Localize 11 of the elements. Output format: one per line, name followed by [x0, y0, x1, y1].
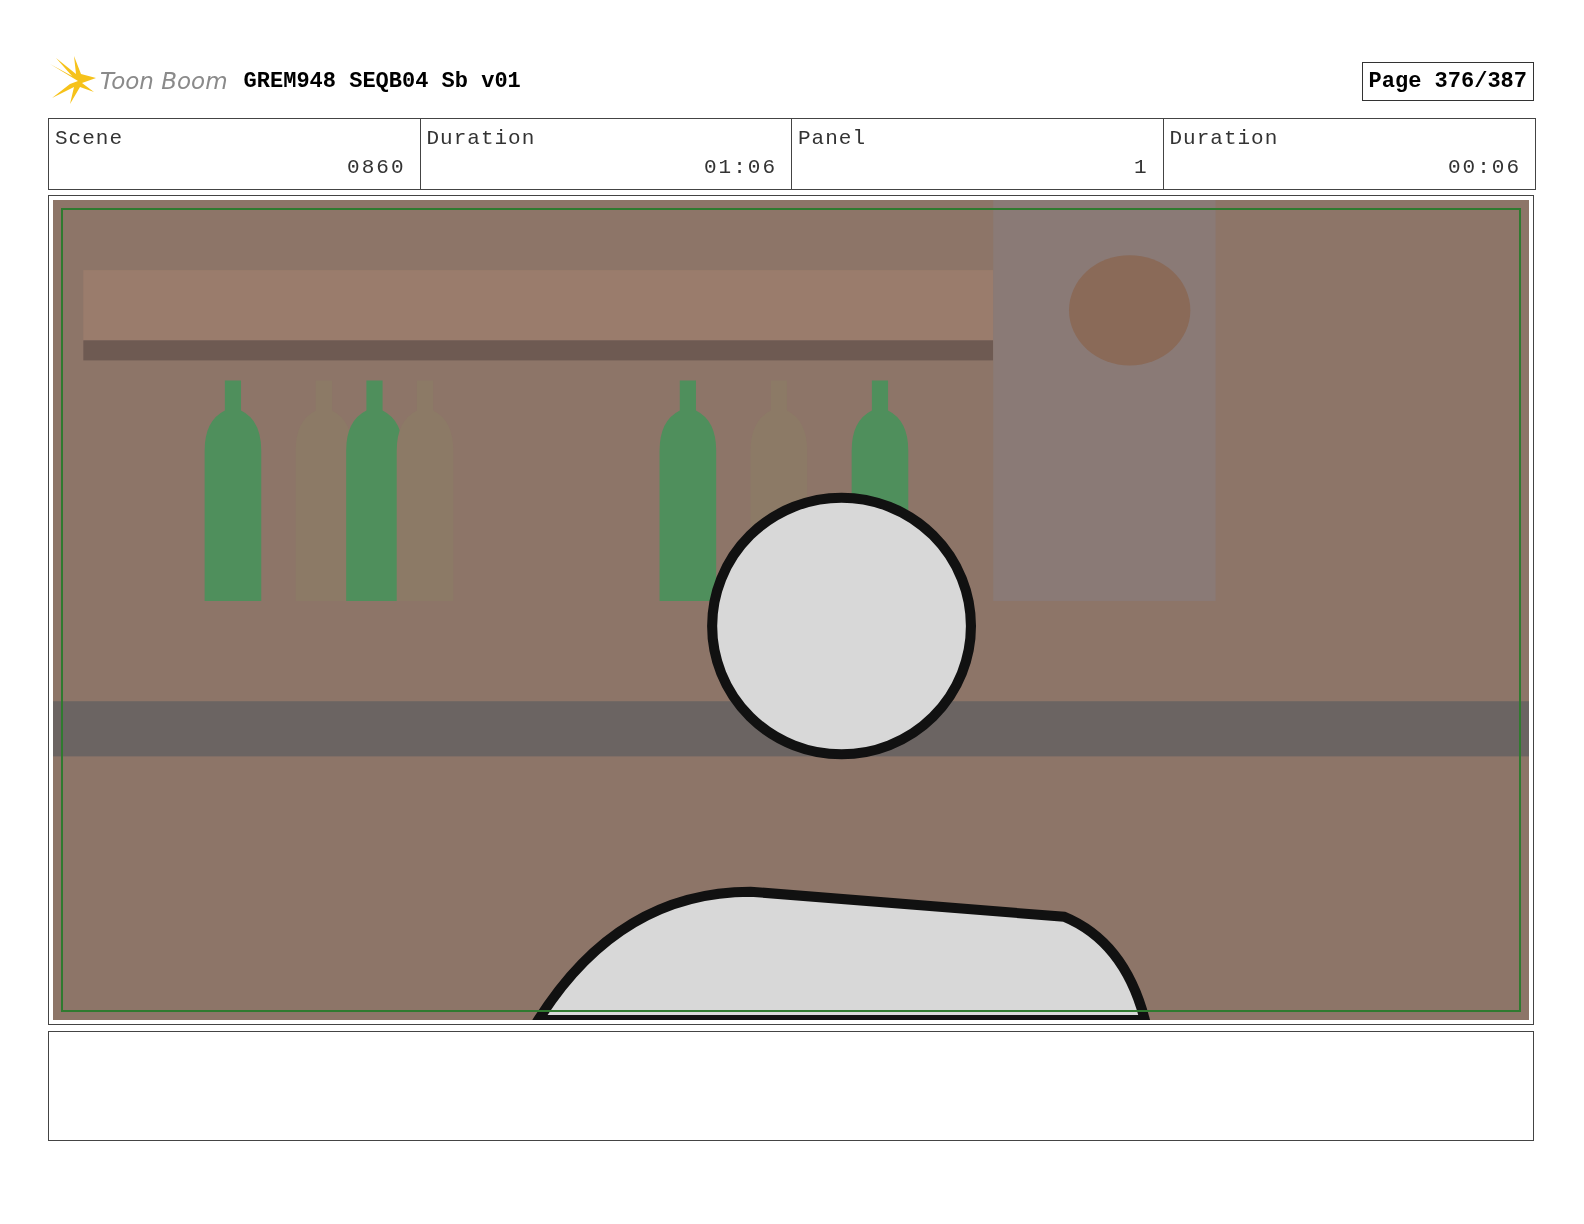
field-value: 00:06: [1447, 156, 1521, 179]
field-value: 1: [1132, 156, 1149, 179]
field-value: 01:06: [703, 156, 777, 179]
field-label: Scene: [55, 127, 124, 150]
field-label: Duration: [1169, 127, 1280, 150]
field-label: Panel: [798, 127, 867, 150]
page-number: Page 376/387: [1361, 61, 1534, 101]
logo-text: Toon Boom: [100, 68, 228, 94]
field-label: Duration: [426, 127, 537, 150]
field-value: 0860: [346, 156, 406, 179]
document-title: GREM948 SEQB04 Sb v01: [243, 68, 521, 94]
